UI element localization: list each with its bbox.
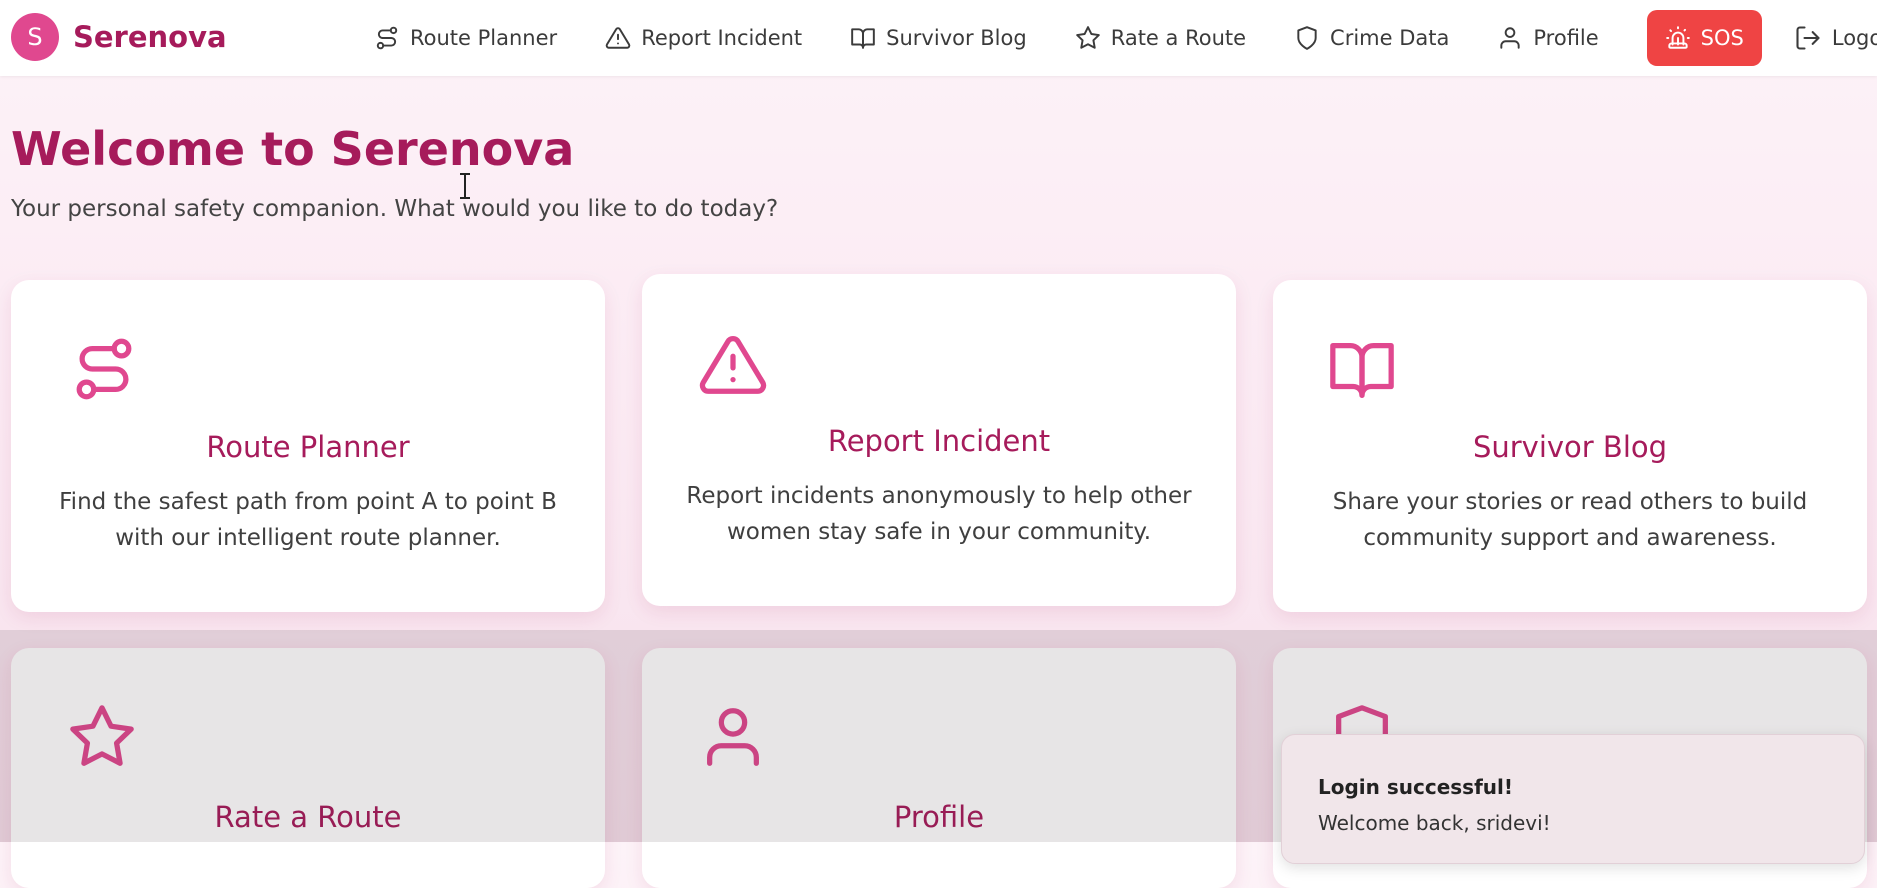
- page-subtitle: Your personal safety companion. What wou…: [11, 196, 779, 222]
- text-cursor-icon: [460, 173, 470, 199]
- book-open-icon: [1330, 343, 1394, 398]
- book-open-icon: [851, 28, 875, 49]
- user-icon: [707, 708, 759, 766]
- page-title: Welcome to Serenova: [11, 122, 575, 176]
- top-navbar: S Serenova Route Planner Report Incident…: [0, 0, 1877, 76]
- shield-icon: [1297, 26, 1317, 50]
- nav-rate-a-route[interactable]: Rate a Route: [1075, 25, 1246, 51]
- card-rate-a-route[interactable]: Rate a Route: [11, 648, 605, 888]
- nav-logout[interactable]: Logout: [1794, 24, 1877, 52]
- card-title: Report Incident: [827, 424, 1051, 458]
- nav-report-incident[interactable]: Report Incident: [605, 25, 802, 51]
- user-icon: [1500, 27, 1521, 49]
- brand[interactable]: S Serenova: [11, 13, 227, 61]
- siren-icon: [1665, 26, 1690, 49]
- nav-survivor-blog-label: Survivor Blog: [886, 26, 1027, 50]
- nav-profile-label: Profile: [1533, 26, 1599, 50]
- main-nav: Route Planner Report Incident Survivor B…: [374, 0, 1877, 76]
- alert-triangle-icon: [699, 336, 767, 394]
- card-title: Rate a Route: [214, 800, 402, 834]
- card-title: Survivor Blog: [1472, 430, 1668, 464]
- card-profile[interactable]: Profile: [642, 648, 1236, 888]
- nav-report-incident-label: Report Incident: [641, 26, 803, 50]
- card-description: Find the safest path from point A to poi…: [59, 489, 557, 551]
- nav-survivor-blog[interactable]: Survivor Blog: [850, 25, 1027, 51]
- card-route-planner[interactable]: Route Planner Find the safest path from …: [11, 280, 605, 612]
- nav-crime-data[interactable]: Crime Data: [1294, 25, 1449, 51]
- nav-logout-label: Logout: [1831, 26, 1877, 50]
- card-title: Profile: [893, 800, 985, 834]
- star-icon: [70, 705, 134, 766]
- sos-label: SOS: [1700, 26, 1744, 50]
- card-description: Share your stories or read others to bui…: [1332, 489, 1808, 551]
- nav-route-planner-label: Route Planner: [410, 26, 558, 50]
- star-icon: [1075, 26, 1100, 49]
- nav-crime-data-label: Crime Data: [1330, 26, 1450, 50]
- toast-title: Login successful!: [1318, 775, 1513, 799]
- logout-icon: [1796, 26, 1820, 50]
- nav-profile[interactable]: Profile: [1497, 25, 1599, 51]
- card-survivor-blog[interactable]: Survivor Blog Share your stories or read…: [1273, 280, 1867, 612]
- toast-notification[interactable]: Login successful! Welcome back, sridevi!: [1281, 734, 1865, 864]
- sos-button[interactable]: SOS: [1646, 10, 1762, 66]
- brand-logo: S: [11, 13, 59, 61]
- toast-message: Welcome back, sridevi!: [1318, 811, 1551, 835]
- route-icon: [76, 338, 132, 400]
- alert-triangle-icon: [605, 27, 631, 49]
- route-icon: [376, 26, 398, 50]
- card-description: Report incidents anonymously to help oth…: [686, 483, 1192, 545]
- nav-route-planner[interactable]: Route Planner: [374, 25, 557, 51]
- card-report-incident[interactable]: Report Incident Report incidents anonymo…: [642, 274, 1236, 606]
- nav-rate-a-route-label: Rate a Route: [1110, 26, 1247, 50]
- brand-name: Serenova: [73, 20, 227, 54]
- card-title: Route Planner: [206, 430, 410, 464]
